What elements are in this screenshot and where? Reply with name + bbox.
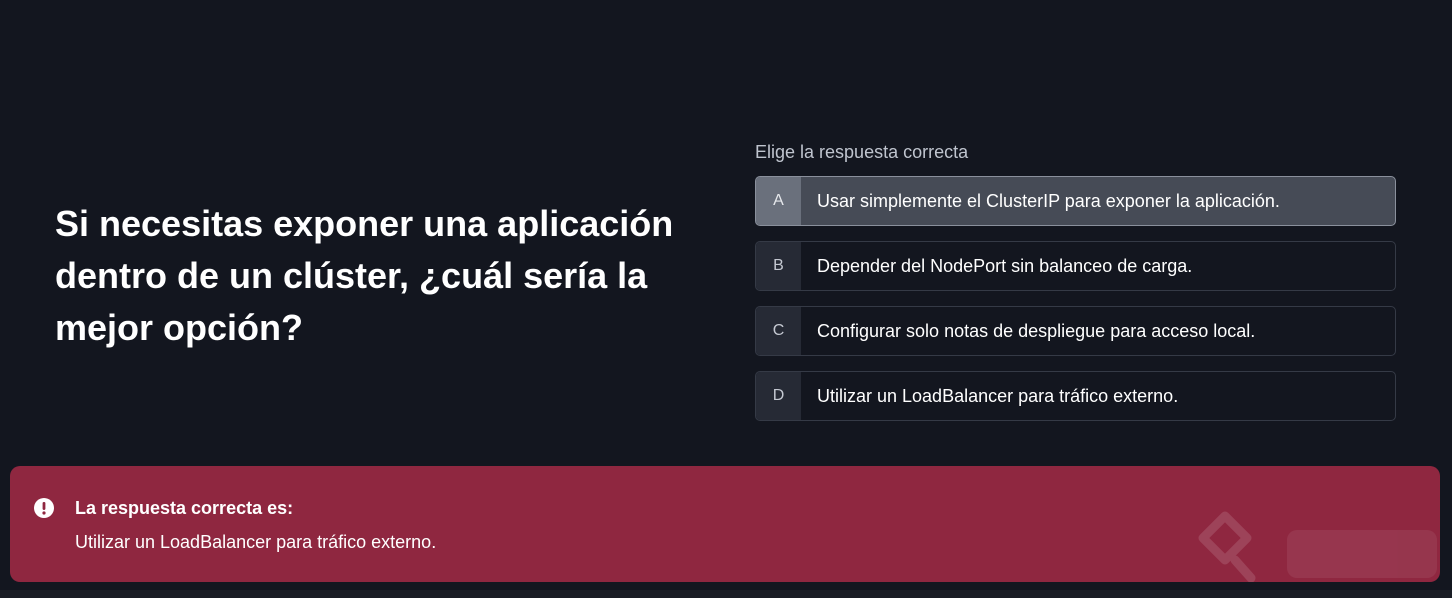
watermark-logo [1198, 511, 1437, 582]
option-text: Depender del NodePort sin balanceo de ca… [817, 255, 1193, 276]
answer-option-c[interactable]: C Configurar solo notas de despliegue pa… [755, 306, 1396, 356]
option-text: Utilizar un LoadBalancer para tráfico ex… [817, 385, 1179, 406]
feedback-banner: La respuesta correcta es: Utilizar un Lo… [10, 466, 1440, 582]
answer-option-b[interactable]: B Depender del NodePort sin balanceo de … [755, 241, 1396, 291]
answer-option-a[interactable]: A Usar simplemente el ClusterIP para exp… [755, 176, 1396, 226]
option-text: Usar simplemente el ClusterIP para expon… [817, 190, 1280, 211]
feedback-title: La respuesta correcta es: [75, 498, 294, 518]
bottom-divider [0, 590, 1452, 598]
quiz-page: Si necesitas exponer una aplicación dent… [0, 0, 1452, 598]
answer-panel: Elige la respuesta correcta A Usar simpl… [755, 140, 1396, 436]
alert-circle-icon [34, 498, 54, 518]
option-letter: B [756, 242, 801, 290]
option-letter: D [756, 372, 801, 420]
question-text: Si necesitas exponer una aplicación dent… [55, 203, 674, 348]
answer-instruction: Elige la respuesta correcta [755, 142, 969, 162]
option-text: Configurar solo notas de despliegue para… [817, 320, 1256, 341]
feedback-correct-answer: Utilizar un LoadBalancer para tráfico ex… [75, 532, 437, 552]
option-letter: C [756, 307, 801, 355]
option-letter: A [756, 177, 801, 225]
answer-option-d[interactable]: D Utilizar un LoadBalancer para tráfico … [755, 371, 1396, 421]
